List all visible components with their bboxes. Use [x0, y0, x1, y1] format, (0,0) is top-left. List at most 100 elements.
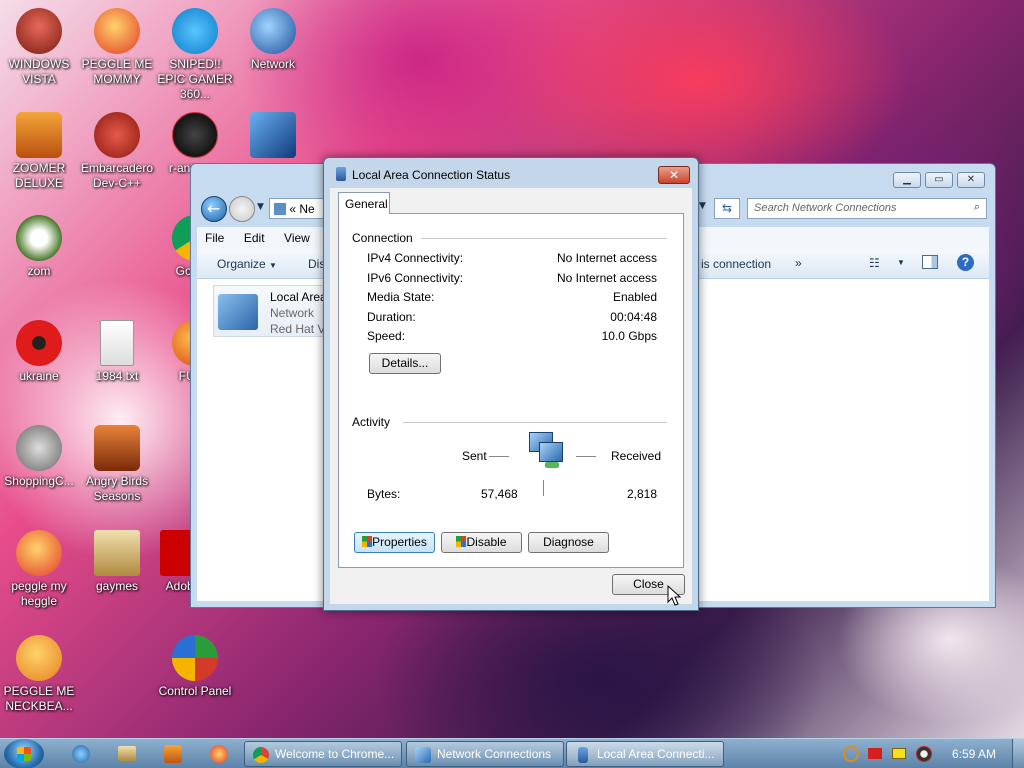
monitor-icon: [250, 112, 296, 158]
desktop-icon-sniped[interactable]: SNIPED!! EPIC GAMER 360...: [157, 8, 233, 102]
dialog-title: Local Area Connection Status: [352, 168, 511, 182]
taskbar-item-network-connections[interactable]: Network Connections: [406, 741, 564, 767]
organize-button[interactable]: Organize ▼: [217, 257, 277, 271]
address-bar[interactable]: « Ne: [269, 198, 329, 219]
details-button[interactable]: Details...: [369, 353, 441, 374]
sent-line: [489, 456, 509, 457]
flash-icon: [16, 425, 62, 471]
general-panel: Connection IPv4 Connectivity: No Interne…: [338, 213, 684, 568]
r-ant-icon: [172, 112, 218, 158]
chevron-down-icon: ▼: [269, 261, 277, 270]
internet-explorer-icon[interactable]: [72, 745, 90, 763]
properties-button[interactable]: Properties: [354, 532, 435, 553]
taskbar-item-local-area-connection[interactable]: Local Area Connecti...: [566, 741, 724, 767]
maximize-button[interactable]: ▭: [925, 172, 953, 188]
desktop-icon-ukraine[interactable]: ukraine: [1, 320, 77, 384]
search-icon: ⌕: [973, 201, 980, 213]
angry-birds-icon: [94, 425, 140, 471]
desktop-icon-angry-birds[interactable]: Angry Birds Seasons: [79, 425, 155, 504]
peggle-icon: [16, 530, 62, 576]
address-dropdown-icon[interactable]: ▼: [699, 201, 706, 211]
duration-value: 00:04:48: [610, 310, 657, 324]
chrome-icon: [253, 747, 269, 763]
bytes-received-value: 2,818: [626, 487, 657, 501]
shield-icon: [456, 536, 467, 547]
taskbar-item-chrome[interactable]: Welcome to Chrome...: [244, 741, 402, 767]
network-tray-icon[interactable]: [892, 748, 906, 759]
speed-label: Speed:: [367, 329, 406, 343]
breadcrumb: Ne: [299, 202, 315, 216]
rename-connection-button[interactable]: is connection: [701, 257, 771, 271]
media-player-icon[interactable]: [164, 745, 182, 763]
bytes-label: Bytes:: [367, 487, 401, 501]
network-activity-icon: [525, 432, 565, 472]
recent-pages-chevron-icon[interactable]: ▼: [257, 202, 264, 212]
clock[interactable]: 6:59 AM: [952, 747, 996, 761]
bytes-divider: [543, 480, 544, 496]
search-input[interactable]: Search Network Connections ⌕: [747, 198, 987, 219]
show-desktop-button[interactable]: [1012, 739, 1024, 768]
menu-view[interactable]: View: [276, 227, 318, 249]
list-item-local-area-connection[interactable]: Local Area Network Red Hat Vi: [213, 285, 333, 337]
app-icon[interactable]: [210, 745, 228, 763]
radiation-icon: [16, 320, 62, 366]
menu-edit[interactable]: Edit: [236, 227, 273, 249]
ipv4-value: No Internet access: [556, 251, 657, 265]
skype-icon: [172, 8, 218, 54]
search-icon[interactable]: [843, 746, 859, 762]
received-line: [576, 456, 596, 457]
desktop-icon-1984-txt[interactable]: 1984.txt: [79, 320, 155, 384]
start-button[interactable]: [4, 739, 44, 768]
desktop-icon-peggle-me-neckbea[interactable]: PEGGLE ME NECKBEA...: [1, 635, 77, 714]
more-commands-button[interactable]: »: [795, 256, 802, 270]
change-view-icon[interactable]: ☷: [869, 256, 880, 270]
network-status-icon: [578, 747, 588, 763]
peggle-icon: [94, 8, 140, 54]
network-status-icon: [336, 167, 346, 181]
desktop-icon-shoppingc[interactable]: ShoppingC...: [1, 425, 77, 489]
control-panel-icon: [172, 635, 218, 681]
desktop-icon-devcpp[interactable]: Embarcadero Dev-C++: [79, 112, 155, 191]
shield-icon: [362, 536, 373, 547]
diagnose-button[interactable]: Diagnose: [528, 532, 609, 553]
tab-general[interactable]: General: [338, 192, 390, 214]
desktop-icon-gaymes[interactable]: gaymes: [79, 530, 155, 594]
peggle-icon: [16, 635, 62, 681]
taskbar: Welcome to Chrome... Network Connections…: [0, 738, 1024, 768]
flag-icon[interactable]: [868, 748, 882, 759]
dialog-body: General Connection IPv4 Connectivity: No…: [330, 188, 692, 604]
desktop-icon-zoomer-deluxe[interactable]: ZOOMER DELUXE: [1, 112, 77, 191]
zoomer-icon: [16, 112, 62, 158]
text-file-icon: [100, 320, 134, 366]
desktop-icon-peggle-my-heggle[interactable]: peggle my heggle: [1, 530, 77, 609]
desktop-icon-network[interactable]: Network: [235, 8, 311, 72]
close-window-button[interactable]: ✕: [957, 172, 985, 188]
desktop-icon-monitor[interactable]: [235, 112, 311, 161]
back-button[interactable]: ←: [201, 196, 227, 222]
network-folder-icon: [274, 203, 286, 215]
back-arrow-icon: ←: [207, 199, 221, 218]
dialog-close-button[interactable]: ✕: [658, 166, 690, 184]
breadcrumb-prefix: «: [289, 202, 297, 216]
desktop-icon-zom[interactable]: zom: [1, 215, 77, 279]
refresh-button[interactable]: ⇆: [714, 198, 740, 219]
folder-icon[interactable]: [118, 746, 136, 761]
volume-icon[interactable]: [916, 746, 932, 762]
minimize-button[interactable]: ▁: [893, 172, 921, 188]
menu-file[interactable]: File: [197, 227, 232, 249]
received-label: Received: [611, 449, 662, 463]
connection-type: Network: [270, 306, 315, 320]
windows-logo-icon: [17, 747, 31, 761]
view-dropdown-icon[interactable]: ▼: [897, 258, 905, 267]
desktop-icon-windows-vista[interactable]: WINDOWS VISTA: [1, 8, 77, 87]
devcpp-icon: [94, 112, 140, 158]
network-globe-icon: [250, 8, 296, 54]
help-icon[interactable]: ?: [957, 254, 974, 271]
forward-button[interactable]: [229, 196, 255, 222]
desktop-icon-control-panel[interactable]: Control Panel: [157, 635, 233, 699]
sent-label: Sent: [462, 449, 487, 463]
disable-button[interactable]: Disable: [441, 532, 522, 553]
connection-name: Local Area: [270, 290, 327, 304]
desktop-icon-peggle-me-mommy[interactable]: PEGGLE ME MOMMY: [79, 8, 155, 87]
preview-pane-icon[interactable]: [922, 255, 938, 269]
